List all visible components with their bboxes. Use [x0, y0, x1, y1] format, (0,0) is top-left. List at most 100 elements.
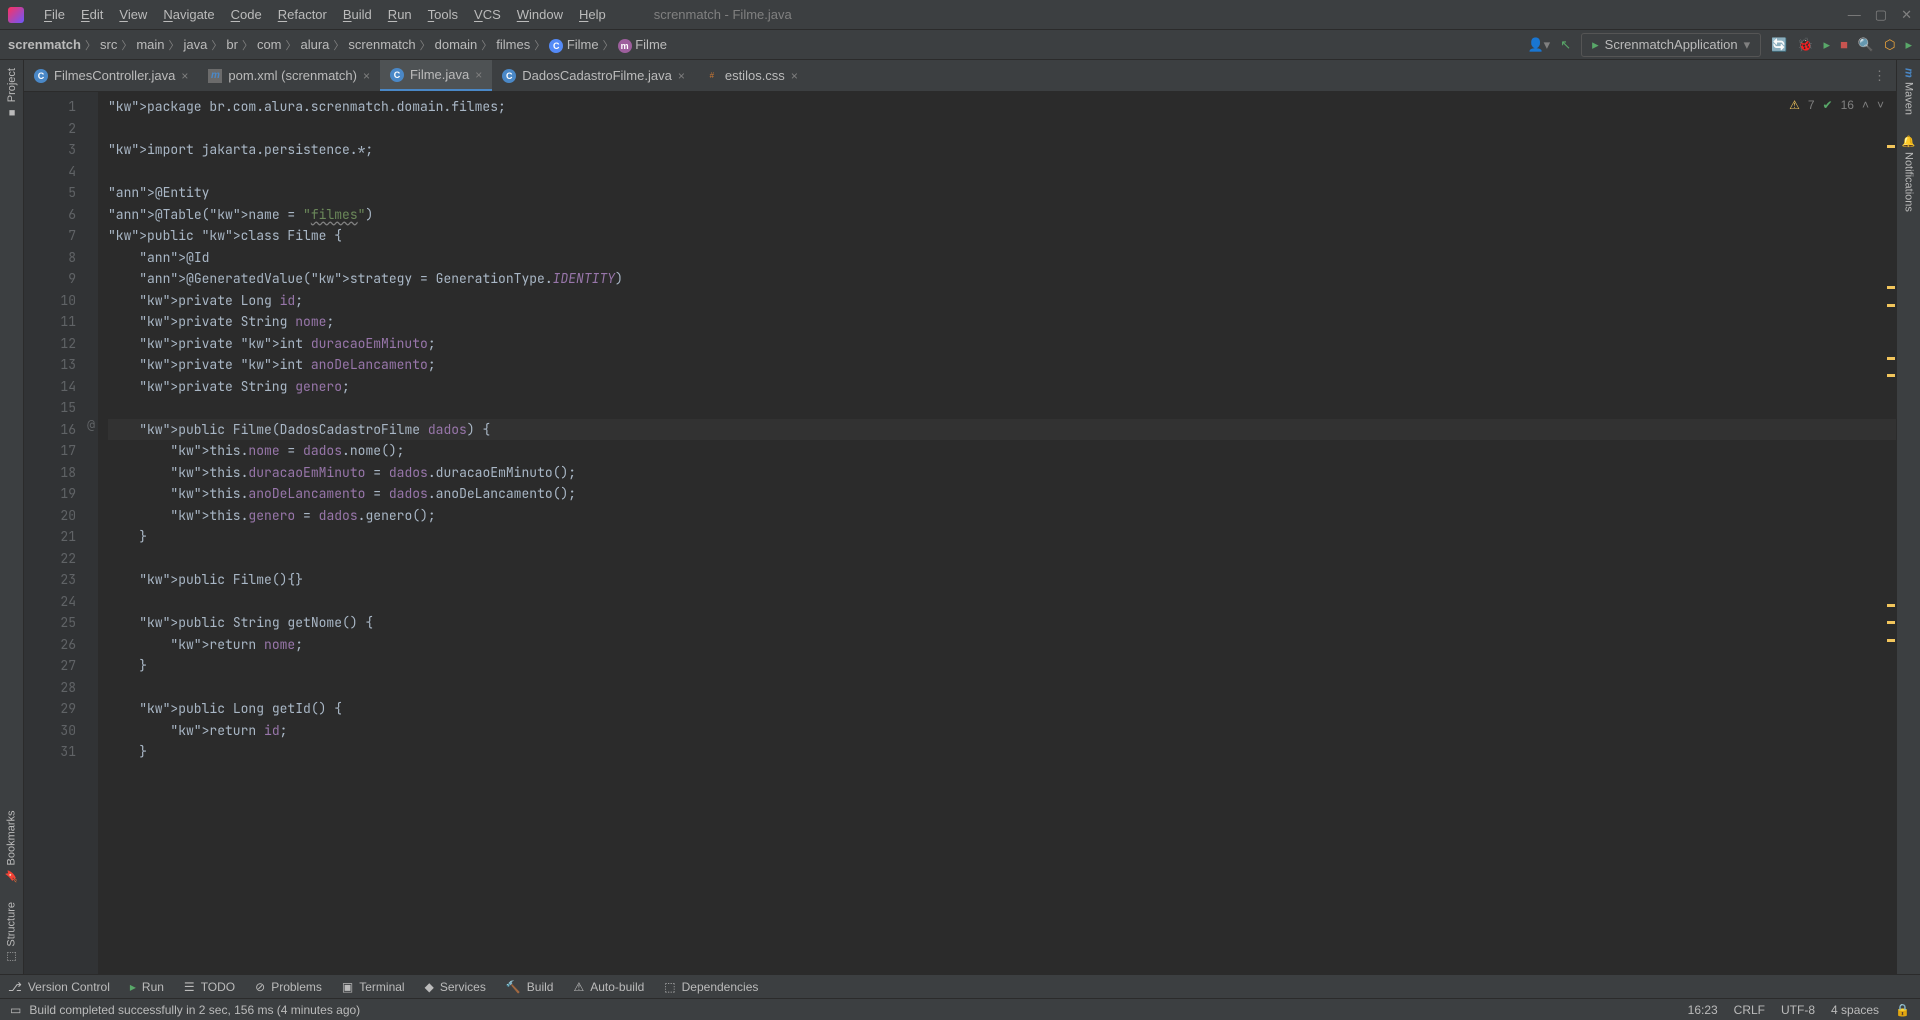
check-icon: ✔ — [1823, 98, 1833, 112]
tab-label: estilos.css — [725, 68, 785, 83]
bottom-tool-bar: ⎇Version Control ▸Run ☰TODO ⊘Problems ▣T… — [0, 974, 1920, 998]
crumb-main[interactable]: main — [136, 37, 164, 52]
tab-label: pom.xml (screnmatch) — [228, 68, 357, 83]
indent-setting[interactable]: 4 spaces — [1831, 1003, 1879, 1017]
back-arrow-icon[interactable]: ↖ — [1560, 37, 1571, 53]
tab-close-icon[interactable]: × — [475, 68, 482, 82]
maximize-icon[interactable]: ▢ — [1875, 7, 1887, 23]
crumb-screnmatch[interactable]: screnmatch — [8, 37, 81, 52]
stop-icon[interactable]: ■ — [1840, 37, 1848, 52]
tab-filmescontroller-java[interactable]: CFilmesController.java× — [24, 60, 198, 91]
class-file-icon: C — [502, 69, 516, 83]
left-tool-rail: ■Project 🔖Bookmarks ⬚Structure — [0, 60, 24, 974]
version-control-tool[interactable]: ⎇Version Control — [8, 980, 110, 994]
crumb-filme[interactable]: m Filme — [618, 37, 667, 53]
menu-refactor[interactable]: Refactor — [270, 7, 335, 22]
error-stripe[interactable] — [1884, 92, 1896, 974]
tab-options-icon[interactable]: ⋮ — [1863, 60, 1896, 91]
menu-help[interactable]: Help — [571, 7, 614, 22]
chevron-right-icon: 〉 — [481, 37, 492, 53]
ide-update-icon[interactable]: ⬡ — [1884, 37, 1895, 53]
editor[interactable]: 1234567891011121314151617181920212223242… — [24, 92, 1896, 974]
chevron-right-icon: 〉 — [121, 37, 132, 53]
bookmarks-tool[interactable]: 🔖Bookmarks — [5, 810, 18, 882]
todo-tool[interactable]: ☰TODO — [184, 980, 235, 994]
crumb-screnmatch[interactable]: screnmatch — [348, 37, 415, 52]
build-tool[interactable]: 🔨Build — [506, 980, 554, 994]
chevron-down-icon[interactable]: ˅ — [1877, 98, 1884, 112]
menu-edit[interactable]: Edit — [73, 7, 111, 22]
project-tool[interactable]: ■Project — [6, 68, 18, 118]
crumb-src[interactable]: src — [100, 37, 117, 52]
menu-view[interactable]: View — [111, 7, 155, 22]
menu-bar: FileEditViewNavigateCodeRefactorBuildRun… — [0, 0, 1920, 30]
crumb-filme[interactable]: C Filme — [549, 37, 598, 53]
tab-dadoscadastrofilme-java[interactable]: CDadosCadastroFilme.java× — [492, 60, 695, 91]
code-area[interactable]: "kw">package br.com.alura.screnmatch.dom… — [98, 92, 1896, 974]
menu-file[interactable]: File — [36, 7, 73, 22]
nav-bar: screnmatch〉src〉main〉java〉br〉com〉alura〉sc… — [0, 30, 1920, 60]
menu-build[interactable]: Build — [335, 7, 380, 22]
crumb-filmes[interactable]: filmes — [496, 37, 530, 52]
crumb-alura[interactable]: alura — [301, 37, 330, 52]
css-file-icon: # — [705, 69, 719, 83]
maven-tool[interactable]: mMaven — [1903, 68, 1915, 115]
chevron-up-icon[interactable]: ˄ — [1862, 98, 1869, 112]
menu-navigate[interactable]: Navigate — [155, 7, 222, 22]
check-count: 16 — [1841, 98, 1854, 112]
class-file-icon: C — [34, 69, 48, 83]
close-icon[interactable]: ✕ — [1901, 7, 1912, 23]
run-config-selector[interactable]: ▸ ScrenmatchApplication ▾ — [1581, 33, 1761, 57]
window-title: screnmatch - Filme.java — [654, 7, 792, 22]
fold-gutter: @ — [84, 92, 98, 974]
crumb-com[interactable]: com — [257, 37, 282, 52]
search-icon[interactable]: 🔍 — [1858, 37, 1874, 53]
chevron-right-icon: 〉 — [286, 37, 297, 53]
tab-close-icon[interactable]: × — [791, 69, 798, 83]
menu-code[interactable]: Code — [223, 7, 270, 22]
tab-label: Filme.java — [410, 67, 469, 82]
run-anything-icon[interactable]: ▸ — [1905, 37, 1912, 53]
line-separator[interactable]: CRLF — [1734, 1003, 1765, 1017]
tab-close-icon[interactable]: × — [678, 69, 685, 83]
menu-tools[interactable]: Tools — [420, 7, 466, 22]
crumb-java[interactable]: java — [184, 37, 208, 52]
tab-pom-xml-screnmatch-[interactable]: m pom.xml (screnmatch) × — [198, 60, 380, 91]
maven-file-icon: m — [208, 69, 222, 83]
notifications-tool[interactable]: 🔔Notifications — [1902, 135, 1915, 212]
structure-tool[interactable]: ⬚Structure — [5, 902, 18, 964]
tab-estilos-css[interactable]: # estilos.css × — [695, 60, 808, 91]
auto-build-tool[interactable]: ⚠Auto-build — [573, 980, 644, 994]
chevron-right-icon: 〉 — [534, 37, 545, 53]
user-icon[interactable]: 👤▾ — [1528, 37, 1551, 53]
terminal-tool[interactable]: ▣Terminal — [342, 980, 405, 994]
minimize-icon[interactable]: — — [1848, 7, 1861, 23]
problems-tool[interactable]: ⊘Problems — [255, 980, 322, 994]
run-icon[interactable]: 🔄 — [1771, 37, 1787, 53]
lock-icon[interactable]: 🔒 — [1895, 1003, 1910, 1017]
menu-run[interactable]: Run — [380, 7, 420, 22]
run-tool[interactable]: ▸Run — [130, 980, 164, 994]
cursor-position[interactable]: 16:23 — [1688, 1003, 1718, 1017]
status-message-icon: ▭ — [10, 1003, 21, 1017]
crumb-domain[interactable]: domain — [435, 37, 478, 52]
tab-filme-java[interactable]: CFilme.java× — [380, 60, 492, 91]
chevron-right-icon: 〉 — [603, 37, 614, 53]
crumb-br[interactable]: br — [226, 37, 238, 52]
chevron-right-icon: 〉 — [333, 37, 344, 53]
chevron-right-icon: 〉 — [211, 37, 222, 53]
debug-icon[interactable]: 🐞 — [1797, 37, 1813, 53]
tab-close-icon[interactable]: × — [363, 69, 370, 83]
menu-vcs[interactable]: VCS — [466, 7, 509, 22]
chevron-right-icon: 〉 — [85, 37, 96, 53]
status-message: Build completed successfully in 2 sec, 1… — [29, 1003, 360, 1017]
menu-window[interactable]: Window — [509, 7, 571, 22]
coverage-icon[interactable]: ▸ — [1824, 37, 1831, 53]
inspection-widget[interactable]: ⚠7 ✔16 ˄ ˅ — [1789, 98, 1884, 112]
chevron-right-icon: 〉 — [420, 37, 431, 53]
warning-icon: ⚠ — [1789, 98, 1800, 112]
file-encoding[interactable]: UTF-8 — [1781, 1003, 1815, 1017]
dependencies-tool[interactable]: ⬚Dependencies — [664, 980, 758, 994]
services-tool[interactable]: ◆Services — [425, 980, 486, 994]
tab-close-icon[interactable]: × — [181, 69, 188, 83]
